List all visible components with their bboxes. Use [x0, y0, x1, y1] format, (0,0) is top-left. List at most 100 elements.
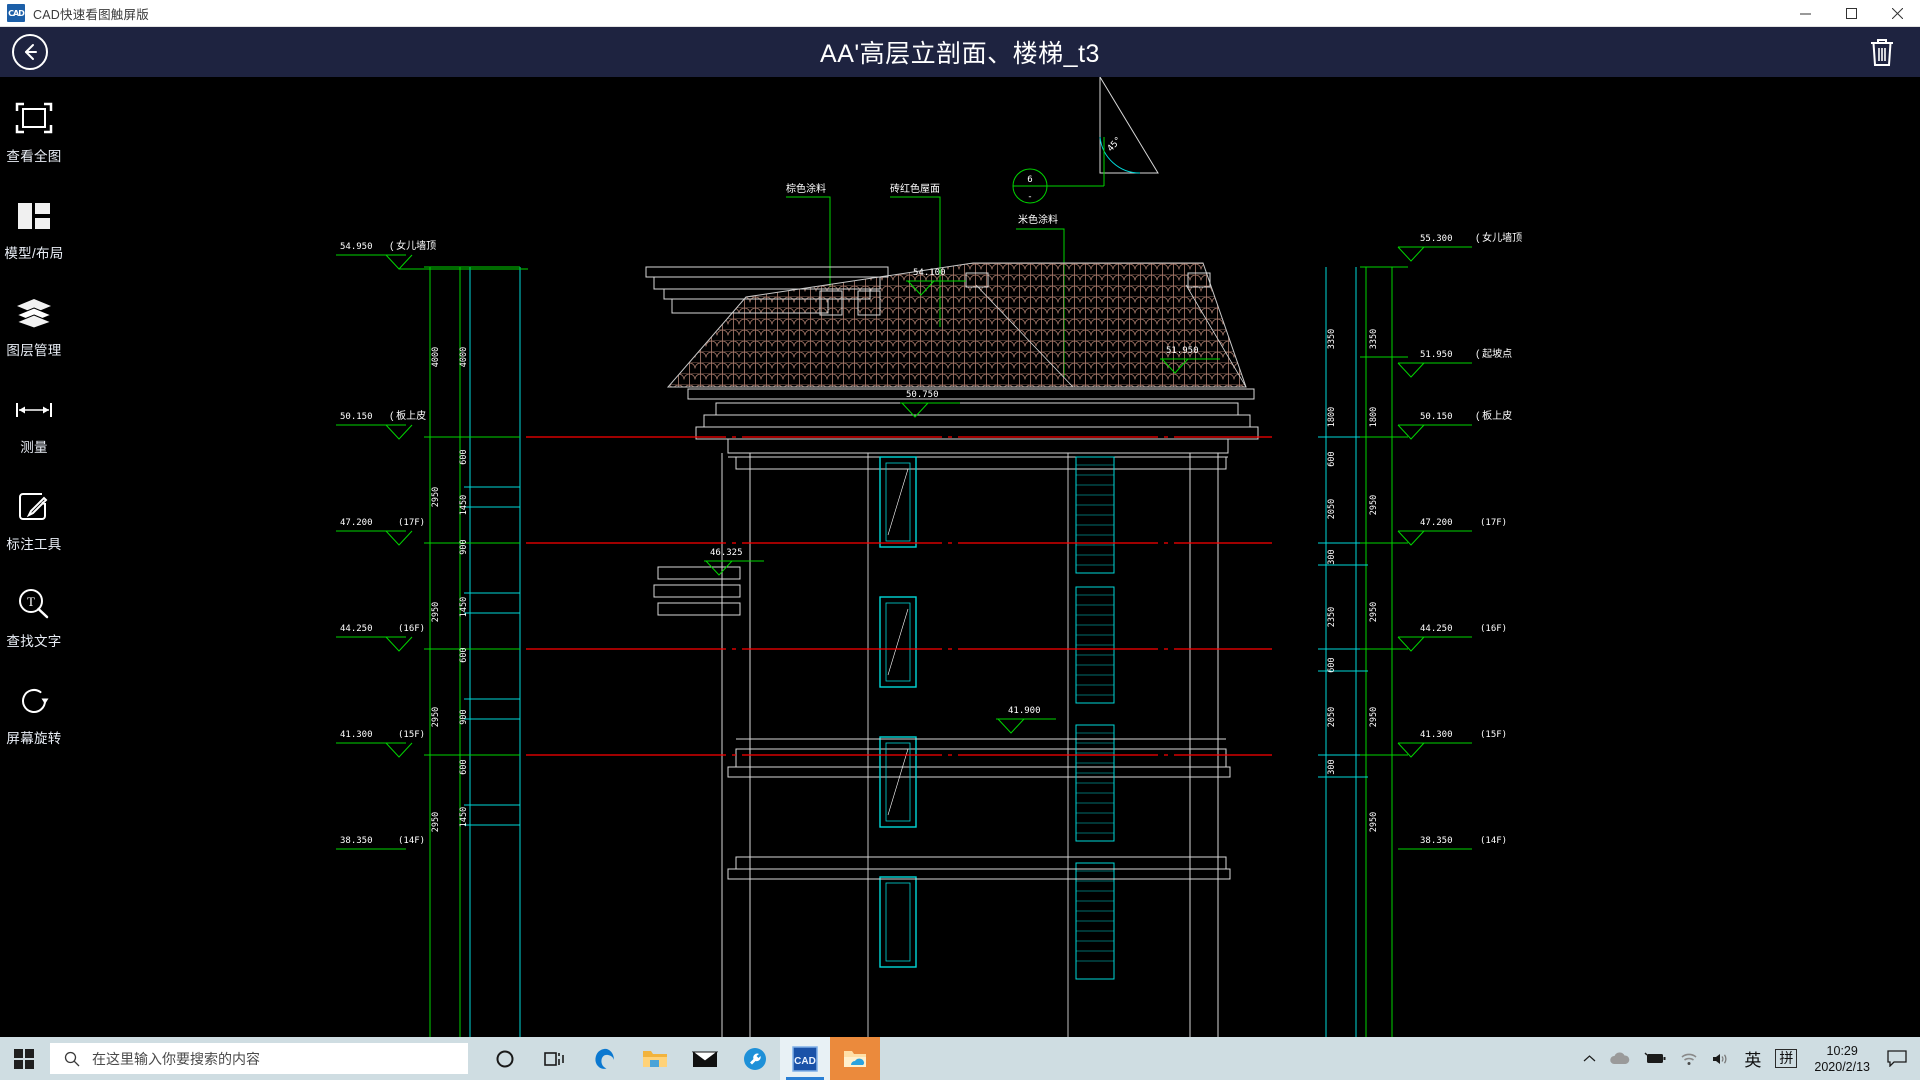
- svg-text:38.350: 38.350: [340, 836, 373, 846]
- file-explorer-icon: [643, 1050, 667, 1067]
- svg-text:砖红色屋面: 砖红色屋面: [890, 182, 940, 195]
- sidebar-item-layers[interactable]: 图层管理: [0, 293, 68, 385]
- window-title-bar: CAD CAD快速看图触屏版: [0, 0, 1920, 27]
- level-marker: 41.300 (15F): [336, 730, 425, 758]
- mail-button[interactable]: [680, 1037, 730, 1080]
- cortana-button[interactable]: [480, 1037, 530, 1080]
- show-hidden-icons-button[interactable]: [1576, 1037, 1603, 1080]
- sidebar-item-fit-view[interactable]: 查看全图: [0, 99, 68, 191]
- close-button[interactable]: [1874, 0, 1920, 27]
- tools-button[interactable]: [730, 1037, 780, 1080]
- system-tray: 英 拼 10:29 2020/2/13: [1576, 1037, 1920, 1080]
- battery-button[interactable]: [1637, 1037, 1673, 1080]
- svg-text:( 女儿墙顶: ( 女儿墙顶: [390, 239, 436, 252]
- delete-button[interactable]: [1866, 35, 1898, 69]
- svg-text:1450: 1450: [459, 597, 469, 617]
- svg-text:2950: 2950: [1369, 812, 1379, 832]
- cad-viewer-button[interactable]: CAD: [780, 1037, 830, 1080]
- level-marker: 47.200 (17F): [1397, 518, 1507, 546]
- material-note-1: 棕色涂料: [786, 182, 831, 287]
- cortana-icon: [496, 1050, 514, 1067]
- layers-icon: [14, 293, 54, 333]
- sidebar-item-measure[interactable]: 测量: [0, 390, 68, 482]
- svg-text:( 板上皮: ( 板上皮: [390, 409, 426, 422]
- sidebar-item-find-text[interactable]: T 查找文字: [0, 584, 68, 676]
- file-explorer-button[interactable]: [630, 1037, 680, 1080]
- level-marker: 50.150 ( 板上皮: [336, 409, 426, 440]
- measure-icon: [14, 390, 54, 430]
- edge-browser-icon: [595, 1048, 614, 1069]
- level-marker: 44.250 (16F): [1397, 624, 1507, 652]
- svg-text:6: 6: [1027, 175, 1032, 185]
- level-marker: 51.950 ( 起坡点: [1397, 347, 1512, 378]
- app-header: AA'高层立剖面、楼梯_t3: [0, 27, 1920, 77]
- detail-callout-bubble: 6 -: [1012, 137, 1105, 204]
- minimize-button[interactable]: [1782, 0, 1828, 27]
- svg-text:3350: 3350: [1327, 329, 1337, 349]
- svg-text:(17F): (17F): [398, 518, 425, 528]
- onedrive-folder-button[interactable]: [830, 1037, 880, 1080]
- svg-text:600: 600: [459, 759, 469, 774]
- task-view-button[interactable]: [530, 1037, 580, 1080]
- svg-text:( 女儿墙顶: ( 女儿墙顶: [1476, 231, 1522, 244]
- stair-louvre-column: [1075, 456, 1115, 980]
- level-marker: 41.300 (15F): [1397, 730, 1507, 758]
- svg-text:1800: 1800: [1327, 407, 1337, 427]
- action-center-icon: [1887, 1050, 1907, 1067]
- rotate-screen-icon: [14, 681, 54, 721]
- level-marker: 38.350 (14F): [1398, 836, 1507, 850]
- svg-text:300: 300: [1327, 549, 1337, 564]
- sidebar-item-rotate-screen[interactable]: 屏幕旋转: [0, 681, 68, 773]
- sidebar-item-label: 模型/布局: [4, 246, 64, 261]
- edge-browser-button[interactable]: [580, 1037, 630, 1080]
- start-button[interactable]: [0, 1037, 48, 1080]
- level-marker: 46.325: [704, 548, 764, 576]
- level-marker: 50.150 ( 板上皮: [1397, 409, 1512, 440]
- action-center-button[interactable]: [1880, 1037, 1914, 1080]
- cad-drawing-canvas[interactable]: 45° 棕色涂料 砖红色屋面 米色涂料 6 - 4000 2950 2950 2…: [68, 77, 1920, 1037]
- chevron-up-icon: [1583, 1054, 1596, 1061]
- cad-drawing: 45° 棕色涂料 砖红色屋面 米色涂料 6 - 4000 2950 2950 2…: [336, 77, 1522, 1037]
- slope-label: 45°: [1106, 135, 1124, 154]
- svg-text:2950: 2950: [431, 487, 441, 507]
- maximize-button[interactable]: [1828, 0, 1874, 27]
- mail-icon: [692, 1051, 718, 1067]
- svg-text:50.150: 50.150: [1420, 412, 1453, 422]
- back-button[interactable]: [12, 34, 48, 70]
- level-marker: 55.300 ( 女儿墙顶: [1397, 231, 1522, 262]
- page-title: AA'高层立剖面、楼梯_t3: [820, 40, 1100, 68]
- svg-text:2950: 2950: [1369, 602, 1379, 622]
- svg-text:( 起坡点: ( 起坡点: [1476, 347, 1512, 360]
- windows-taskbar: 在这里输入你要搜索的内容 CAD 英 拼 10:29 2020/2/13: [0, 1037, 1920, 1080]
- roof-assembly: [645, 262, 1259, 454]
- svg-text:2950: 2950: [1369, 707, 1379, 727]
- svg-text:2350: 2350: [1327, 607, 1337, 627]
- sidebar-item-model-layout[interactable]: 模型/布局: [0, 196, 68, 288]
- sidebar-item-label: 测量: [20, 440, 48, 455]
- section-level-lines: [526, 436, 1272, 756]
- svg-text:54.100: 54.100: [913, 268, 946, 278]
- svg-text:600: 600: [459, 449, 469, 464]
- sidebar-item-label: 屏幕旋转: [6, 731, 62, 746]
- search-input[interactable]: 在这里输入你要搜索的内容: [50, 1043, 468, 1074]
- wifi-icon: [1681, 1053, 1697, 1065]
- onedrive-tray-button[interactable]: [1603, 1037, 1637, 1080]
- svg-text:300: 300: [1327, 759, 1337, 774]
- cad-viewer-icon: CAD: [792, 1045, 818, 1072]
- svg-text:51.950: 51.950: [1420, 350, 1453, 360]
- svg-text:41.300: 41.300: [1420, 730, 1453, 740]
- network-button[interactable]: [1673, 1037, 1705, 1080]
- svg-text:(15F): (15F): [398, 730, 425, 740]
- ime-language-button[interactable]: 英: [1737, 1037, 1768, 1080]
- svg-text:41.300: 41.300: [340, 730, 373, 740]
- volume-button[interactable]: [1705, 1037, 1737, 1080]
- clock[interactable]: 10:29 2020/2/13: [1804, 1043, 1880, 1075]
- svg-text:44.250: 44.250: [1420, 624, 1453, 634]
- clock-time: 10:29: [1826, 1043, 1858, 1058]
- level-marker: 54.950 ( 女儿墙顶: [336, 239, 528, 270]
- ime-mode-button[interactable]: 拼: [1768, 1037, 1804, 1080]
- svg-text:3350: 3350: [1369, 329, 1379, 349]
- sidebar-item-annotate[interactable]: 标注工具: [0, 487, 68, 579]
- svg-text:(17F): (17F): [1480, 518, 1507, 528]
- svg-text:2950: 2950: [431, 812, 441, 832]
